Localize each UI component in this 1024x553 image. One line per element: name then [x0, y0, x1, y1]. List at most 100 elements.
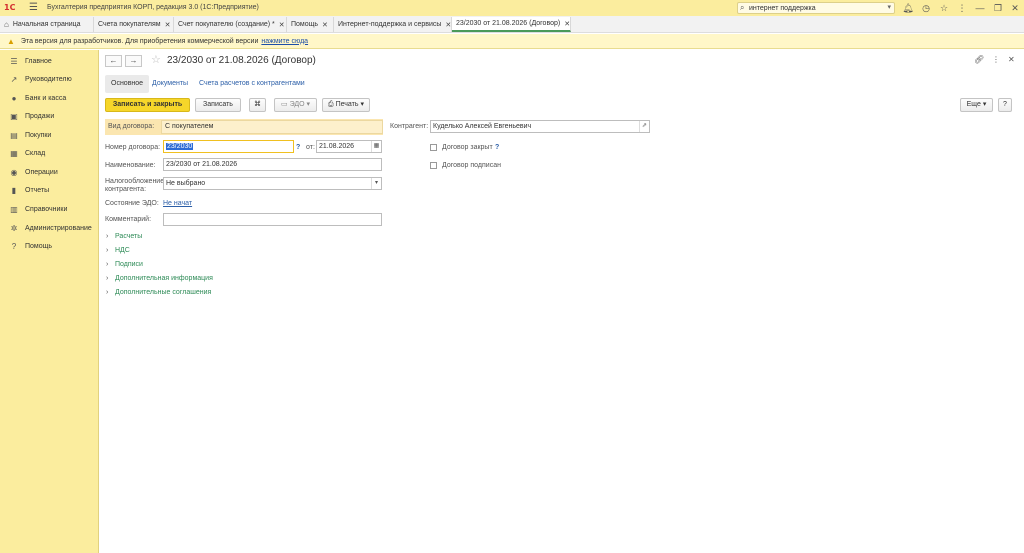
- help-question-icon[interactable]: ?: [296, 144, 300, 151]
- save-and-close-button[interactable]: Записать и закрыть: [105, 98, 190, 112]
- chevron-right-icon: ›: [106, 232, 109, 240]
- purchase-link[interactable]: нажмите сюда: [261, 38, 308, 45]
- 1c-logo-icon: 1С: [4, 3, 16, 12]
- comment-label: Комментарий:: [105, 216, 152, 223]
- chevron-right-icon: ›: [106, 288, 109, 296]
- group-additional-info[interactable]: › Дополнительная информация: [106, 273, 213, 283]
- search-dropdown-icon[interactable]: ▾: [887, 3, 891, 13]
- sidebar-item-bank[interactable]: ● Банк и касса: [0, 91, 99, 105]
- print-label: Печать: [335, 101, 359, 108]
- tab-contract[interactable]: 23/2030 от 21.08.2026 (Договор) ✕: [452, 17, 571, 32]
- warning-text: Эта версия для разработчиков. Для приобр…: [20, 37, 259, 45]
- search-input[interactable]: [749, 4, 869, 13]
- tab-home[interactable]: ⌂ Начальная страница: [0, 17, 94, 32]
- subtab-documents[interactable]: Документы: [152, 75, 188, 93]
- sidebar-item-operations[interactable]: ◉ Операции: [0, 165, 99, 179]
- contract-number-value: 23/2030: [166, 143, 194, 150]
- paperclip-icon[interactable]: ⌘: [249, 98, 266, 112]
- name-field[interactable]: 23/2030 от 21.08.2026: [163, 158, 382, 171]
- tab-internet-support[interactable]: Интернет-поддержка и сервисы ✕: [334, 17, 452, 32]
- edo-label: ЭДО: [289, 101, 305, 108]
- help-button[interactable]: ?: [998, 98, 1012, 112]
- calendar-icon[interactable]: ▦: [371, 141, 381, 152]
- main-menu-icon[interactable]: ☰: [29, 2, 38, 14]
- tab-label: Счета покупателям: [98, 21, 161, 28]
- menu-icon[interactable]: ⋮: [956, 2, 968, 14]
- taxation-label-line1: Налогообложение: [105, 178, 165, 185]
- sidebar-item-label: Помощь: [25, 242, 53, 250]
- more-button[interactable]: Еще ▾: [960, 98, 993, 112]
- sidebar-item-references[interactable]: ▥ Справочники: [0, 202, 99, 216]
- star-icon[interactable]: ☆: [938, 2, 950, 14]
- sidebar-item-warehouse[interactable]: ▦ Склад: [0, 146, 99, 160]
- sidebar-item-help[interactable]: ? Помощь: [0, 239, 99, 253]
- title-bar: 1С ☰ Бухгалтерия предприятия КОРП, редак…: [0, 0, 1024, 16]
- chevron-down-icon: ▾: [306, 101, 311, 108]
- app-title: Бухгалтерия предприятия КОРП, редакция 3…: [47, 4, 259, 11]
- sidebar-item-sales[interactable]: ▣ Продажи: [0, 109, 99, 123]
- tab-bar: ⌂ Начальная страница Счета покупателям ✕…: [0, 16, 1024, 33]
- sidebar-item-purchases[interactable]: ▤ Покупки: [0, 128, 99, 142]
- favorite-star-icon[interactable]: ☆: [151, 53, 161, 66]
- link-icon[interactable]: 🔗︎: [974, 55, 984, 65]
- back-button[interactable]: ←: [105, 55, 122, 67]
- name-value: 23/2030 от 21.08.2026: [166, 161, 238, 168]
- bar-chart-icon: ▮: [11, 185, 17, 195]
- subtab-main[interactable]: Основное: [105, 75, 150, 93]
- close-tab-icon[interactable]: ✕: [564, 20, 570, 28]
- history-icon[interactable]: ◷: [920, 2, 932, 14]
- sidebar-item-label: Покупки: [25, 131, 52, 139]
- close-tab-icon[interactable]: ✕: [279, 21, 285, 29]
- sidebar-item-label: Операции: [25, 168, 58, 176]
- group-additional-agreements[interactable]: › Дополнительные соглашения: [106, 287, 211, 297]
- home-icon: ⌂: [4, 20, 9, 29]
- menu-icon: ☰: [10, 56, 18, 66]
- taxation-select[interactable]: Не выбрано ▾: [163, 177, 382, 190]
- sidebar-item-main[interactable]: ☰ Главное: [0, 54, 99, 68]
- tab-label: Начальная страница: [12, 21, 81, 28]
- group-signatures[interactable]: › Подписи: [106, 259, 143, 269]
- forward-button[interactable]: →: [125, 55, 142, 67]
- more-label: Еще: [966, 101, 981, 108]
- help-question-icon[interactable]: ?: [495, 144, 499, 151]
- chevron-down-icon[interactable]: ▾: [371, 178, 381, 189]
- contract-signed-checkbox[interactable]: [430, 162, 437, 169]
- tab-help[interactable]: Помощь ✕: [287, 17, 334, 32]
- minimize-icon[interactable]: —: [974, 2, 986, 14]
- edo-state-link[interactable]: Не начат: [163, 200, 192, 207]
- tab-invoice-create[interactable]: Счет покупателю (создание) * ✕: [174, 17, 287, 32]
- contract-date-field[interactable]: 21.08.2026 ▦: [316, 140, 382, 153]
- open-link-icon[interactable]: ⇗: [639, 121, 649, 132]
- contract-kind-field[interactable]: С покупателем: [161, 120, 383, 134]
- comment-field[interactable]: [163, 213, 382, 226]
- close-form-icon[interactable]: ✕: [1008, 55, 1015, 65]
- sidebar-item-reports[interactable]: ▮ Отчеты: [0, 183, 99, 197]
- chevron-right-icon: ›: [106, 260, 109, 268]
- subtab-settlement-accounts[interactable]: Счета расчетов с контрагентами: [199, 75, 305, 93]
- close-tab-icon[interactable]: ✕: [322, 21, 328, 29]
- group-label: Дополнительные соглашения: [115, 288, 212, 296]
- contract-kind-label: Вид договора:: [108, 123, 155, 130]
- more-actions-icon[interactable]: ⋮: [992, 55, 1000, 65]
- printer-icon: ⎙: [328, 101, 334, 108]
- contract-closed-checkbox[interactable]: [430, 144, 437, 151]
- close-icon[interactable]: ✕: [1009, 2, 1021, 14]
- tab-customer-invoices[interactable]: Счета покупателям ✕: [94, 17, 174, 32]
- print-button[interactable]: ⎙ Печать ▾: [322, 98, 370, 112]
- bell-icon[interactable]: 🔔︎: [902, 2, 914, 14]
- contract-number-field[interactable]: 23/2030: [163, 140, 294, 153]
- restore-icon[interactable]: ❐: [992, 2, 1004, 14]
- sidebar-item-manager[interactable]: ↗ Руководителю: [0, 72, 99, 86]
- counterparty-field[interactable]: Куделько Алексей Евгеньевич ⇗: [430, 120, 650, 133]
- save-button[interactable]: Записать: [195, 98, 241, 112]
- group-vat[interactable]: › НДС: [106, 245, 130, 255]
- sidebar-item-admin[interactable]: ✲ Администрирование: [0, 221, 99, 235]
- chart-trend-icon: ↗: [10, 74, 18, 84]
- search-box[interactable]: ⌕ ▾: [737, 2, 895, 14]
- group-settlements[interactable]: › Расчеты: [106, 231, 142, 241]
- close-tab-icon[interactable]: ✕: [165, 21, 171, 29]
- close-tab-icon[interactable]: ✕: [445, 21, 451, 29]
- contract-signed-label: Договор подписан: [442, 162, 501, 169]
- edo-button[interactable]: ▭ ЭДО ▾: [274, 98, 317, 112]
- taxation-label-line2: контрагента:: [105, 186, 147, 193]
